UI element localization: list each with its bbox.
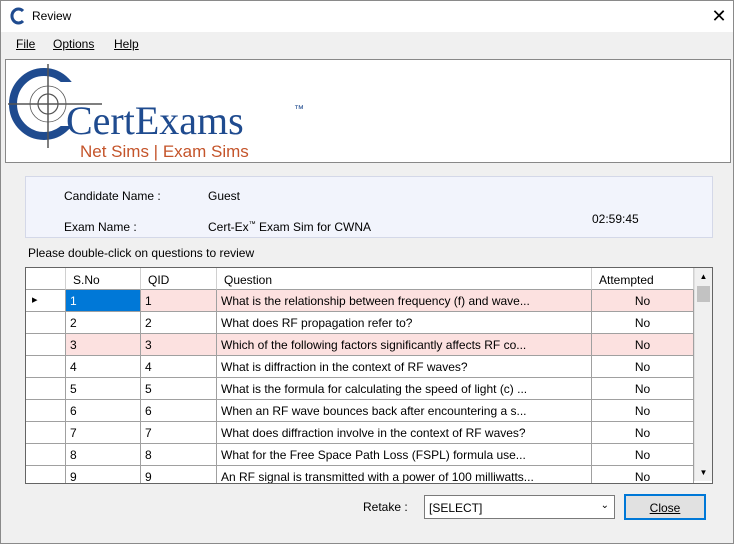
table-row[interactable]: ▸ 1 1 What is the relationship between freq… — [26, 290, 694, 312]
exam-name-tm: ™ — [248, 221, 256, 228]
cell-qid[interactable]: 9 — [141, 466, 217, 483]
cell-attempted[interactable]: No — [592, 312, 694, 334]
header-qid[interactable]: QID — [141, 268, 217, 290]
row-header[interactable] — [26, 444, 66, 466]
cell-question[interactable]: An RF signal is transmitted with a power… — [217, 466, 592, 483]
cell-sno[interactable]: 4 — [66, 356, 141, 378]
menu-help[interactable]: Help — [114, 37, 139, 51]
cell-qid[interactable]: 5 — [141, 378, 217, 400]
cell-sno[interactable]: 3 — [66, 334, 141, 356]
menu-help-label: Help — [114, 37, 139, 51]
table-row[interactable]: 5 5 What is the formula for calculating th… — [26, 378, 694, 400]
menu-bar: File Options Help — [1, 32, 733, 56]
cell-question[interactable]: When an RF wave bounces back after encou… — [217, 400, 592, 422]
title-bar: Review ✕ — [1, 1, 733, 32]
cell-sno[interactable]: 2 — [66, 312, 141, 334]
certexams-logo: CertExams ™ Net Sims | Exam Sims — [8, 64, 304, 161]
logo-text: CertExams — [66, 98, 244, 143]
cell-question[interactable]: Which of the following factors significa… — [217, 334, 592, 356]
exam-name-prefix: Cert-Ex — [208, 220, 249, 234]
close-button[interactable]: Close — [624, 494, 706, 520]
exam-name-value: Cert-Ex™ Exam Sim for CWNA — [208, 220, 371, 234]
cell-attempted[interactable]: No — [592, 444, 694, 466]
cell-qid[interactable]: 1 — [141, 290, 217, 312]
cell-sno[interactable]: 1 — [66, 290, 141, 312]
cell-qid[interactable]: 2 — [141, 312, 217, 334]
logo-trademark: ™ — [294, 104, 304, 115]
table-row[interactable]: 7 7 What does diffraction involve in the c… — [26, 422, 694, 444]
scroll-down-icon[interactable]: ▼ — [695, 464, 712, 481]
cell-question[interactable]: What is the relationship between frequen… — [217, 290, 592, 312]
timer: 02:59:45 — [592, 212, 639, 226]
vertical-scrollbar[interactable]: ▲ ▼ — [694, 268, 712, 481]
retake-selected-value: [SELECT] — [429, 501, 483, 515]
cell-qid[interactable]: 8 — [141, 444, 217, 466]
menu-file-label: File — [16, 37, 36, 51]
header-attempted[interactable]: Attempted — [592, 268, 694, 290]
cell-question[interactable]: What for the Free Space Path Loss (FSPL)… — [217, 444, 592, 466]
row-header[interactable]: ▸ — [26, 290, 66, 312]
cell-attempted[interactable]: No — [592, 378, 694, 400]
row-header[interactable] — [26, 422, 66, 444]
cell-question[interactable]: What does RF propagation refer to? — [217, 312, 592, 334]
cell-attempted[interactable]: No — [592, 400, 694, 422]
cell-qid[interactable]: 3 — [141, 334, 217, 356]
close-icon[interactable]: ✕ — [709, 6, 729, 26]
table-row[interactable]: 2 2 What does RF propagation refer to? No — [26, 312, 694, 334]
exam-name-label: Exam Name : — [64, 220, 137, 234]
scroll-thumb[interactable] — [697, 286, 710, 302]
table-row[interactable]: 6 6 When an RF wave bounces back after enc… — [26, 400, 694, 422]
logo-tagline: Net Sims | Exam Sims — [80, 142, 249, 161]
app-c-icon — [10, 7, 25, 25]
questions-grid: S.No QID Question Attempted ▸ 1 1 What is t… — [25, 267, 713, 484]
menu-file[interactable]: File — [16, 37, 35, 51]
exam-name-suffix: Exam Sim for CWNA — [255, 220, 372, 234]
cell-qid[interactable]: 4 — [141, 356, 217, 378]
menu-options-label: Options — [53, 37, 95, 51]
review-instruction: Please double-click on questions to revi… — [28, 246, 255, 260]
cell-sno[interactable]: 6 — [66, 400, 141, 422]
candidate-name-label: Candidate Name : — [64, 189, 161, 203]
cell-question[interactable]: What is the formula for calculating the … — [217, 378, 592, 400]
cell-attempted[interactable]: No — [592, 356, 694, 378]
row-header[interactable] — [26, 312, 66, 334]
row-header[interactable] — [26, 466, 66, 483]
cell-sno[interactable]: 8 — [66, 444, 141, 466]
row-header[interactable] — [26, 400, 66, 422]
cell-attempted[interactable]: No — [592, 290, 694, 312]
cell-sno[interactable]: 5 — [66, 378, 141, 400]
cell-question[interactable]: What does diffraction involve in the con… — [217, 422, 592, 444]
cell-qid[interactable]: 6 — [141, 400, 217, 422]
cell-sno[interactable]: 7 — [66, 422, 141, 444]
cell-attempted[interactable]: No — [592, 466, 694, 483]
current-row-arrow-icon: ▸ — [32, 294, 38, 306]
candidate-name-value: Guest — [208, 189, 241, 203]
table-row[interactable]: 9 9 An RF signal is transmitted with a pow… — [26, 466, 694, 483]
table-row[interactable]: 3 3 Which of the following factors signifi… — [26, 334, 694, 356]
row-header[interactable] — [26, 378, 66, 400]
cell-question[interactable]: What is diffraction in the context of RF… — [217, 356, 592, 378]
menu-options[interactable]: Options — [53, 37, 94, 51]
table-row[interactable]: 4 4 What is diffraction in the context of … — [26, 356, 694, 378]
cell-attempted[interactable]: No — [592, 422, 694, 444]
cell-qid[interactable]: 7 — [141, 422, 217, 444]
row-header[interactable] — [26, 356, 66, 378]
retake-label: Retake : — [363, 500, 408, 514]
cell-attempted[interactable]: No — [592, 334, 694, 356]
chevron-down-icon[interactable]: ⌄ — [601, 500, 609, 511]
row-header[interactable] — [26, 334, 66, 356]
close-button-label: Close — [649, 501, 681, 515]
brand-banner: CertExams ™ Net Sims | Exam Sims — [5, 59, 731, 163]
exam-info-panel: Candidate Name : Guest Exam Name : Cert-… — [25, 176, 713, 238]
scroll-up-icon[interactable]: ▲ — [695, 268, 712, 285]
cell-sno[interactable]: 9 — [66, 466, 141, 483]
table-row[interactable]: 8 8 What for the Free Space Path Loss (FSP… — [26, 444, 694, 466]
header-sno[interactable]: S.No — [66, 268, 141, 290]
header-question[interactable]: Question — [217, 268, 592, 290]
window-title: Review — [32, 9, 72, 23]
review-window: Review ✕ File Options Help CertExams ™ N… — [0, 0, 734, 544]
retake-select[interactable]: [SELECT] ⌄ — [424, 495, 615, 519]
header-corner — [26, 268, 66, 290]
